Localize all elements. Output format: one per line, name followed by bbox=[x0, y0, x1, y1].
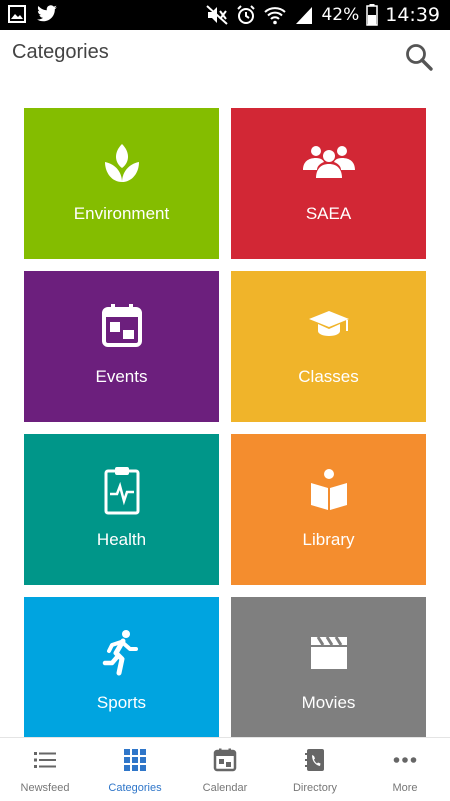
battery-percentage: 42% bbox=[321, 5, 360, 25]
alarm-icon bbox=[237, 5, 256, 24]
calendar-icon bbox=[101, 304, 142, 347]
gallery-icon bbox=[8, 5, 26, 23]
page-title: Categories bbox=[12, 41, 109, 63]
bottom-nav: Newsfeed Categories Calendar Directory M… bbox=[0, 737, 450, 801]
tile-environment[interactable]: Environment bbox=[24, 108, 219, 259]
tile-label: Health bbox=[96, 530, 147, 549]
tile-classes[interactable]: Classes bbox=[231, 271, 426, 422]
tile-health[interactable]: Health bbox=[24, 434, 219, 585]
nav-directory[interactable]: Directory bbox=[270, 738, 360, 801]
nav-label: Directory bbox=[292, 782, 337, 794]
category-grid: Environment SAEA Events Classes Health L… bbox=[24, 108, 426, 748]
nav-newsfeed[interactable]: Newsfeed bbox=[0, 738, 90, 801]
tile-movies[interactable]: Movies bbox=[231, 597, 426, 748]
book-reader-icon bbox=[310, 469, 347, 510]
battery-icon bbox=[366, 4, 378, 26]
signal-icon bbox=[296, 7, 313, 24]
nav-calendar[interactable]: Calendar bbox=[180, 738, 270, 801]
tile-label: Classes bbox=[298, 367, 359, 386]
clipboard-pulse-icon bbox=[104, 467, 139, 515]
clapperboard-icon bbox=[310, 636, 347, 669]
group-icon bbox=[302, 146, 355, 178]
nav-categories[interactable]: Categories bbox=[90, 738, 180, 801]
graduation-cap-icon bbox=[308, 311, 349, 336]
clock: 14:39 bbox=[385, 4, 440, 26]
tile-library[interactable]: Library bbox=[231, 434, 426, 585]
tile-sports[interactable]: Sports bbox=[24, 597, 219, 748]
tile-label: Library bbox=[302, 530, 355, 549]
nav-label: More bbox=[392, 782, 418, 794]
grid-icon bbox=[124, 749, 146, 771]
tile-saea[interactable]: SAEA bbox=[231, 108, 426, 259]
tile-label: Environment bbox=[73, 204, 170, 223]
runner-icon bbox=[102, 630, 138, 676]
nav-label: Categories bbox=[108, 782, 162, 794]
search-icon[interactable] bbox=[404, 42, 434, 72]
tile-label: Sports bbox=[96, 693, 147, 712]
wifi-icon bbox=[264, 7, 287, 25]
contact-book-icon bbox=[305, 749, 324, 771]
nav-label: Calendar bbox=[202, 782, 248, 794]
leaf-icon bbox=[104, 144, 139, 182]
app-bar: Categories bbox=[0, 30, 450, 86]
tile-label: SAEA bbox=[305, 204, 352, 223]
nav-more[interactable]: More bbox=[360, 738, 450, 801]
tile-label: Movies bbox=[301, 693, 356, 712]
mute-icon bbox=[206, 5, 229, 25]
list-icon bbox=[34, 752, 56, 768]
more-dots-icon bbox=[393, 757, 417, 763]
calendar-icon bbox=[213, 748, 237, 772]
status-bar: 42% 14:39 bbox=[0, 0, 450, 30]
twitter-icon bbox=[37, 5, 57, 22]
tile-events[interactable]: Events bbox=[24, 271, 219, 422]
nav-label: Newsfeed bbox=[20, 782, 70, 794]
tile-label: Events bbox=[95, 367, 148, 386]
